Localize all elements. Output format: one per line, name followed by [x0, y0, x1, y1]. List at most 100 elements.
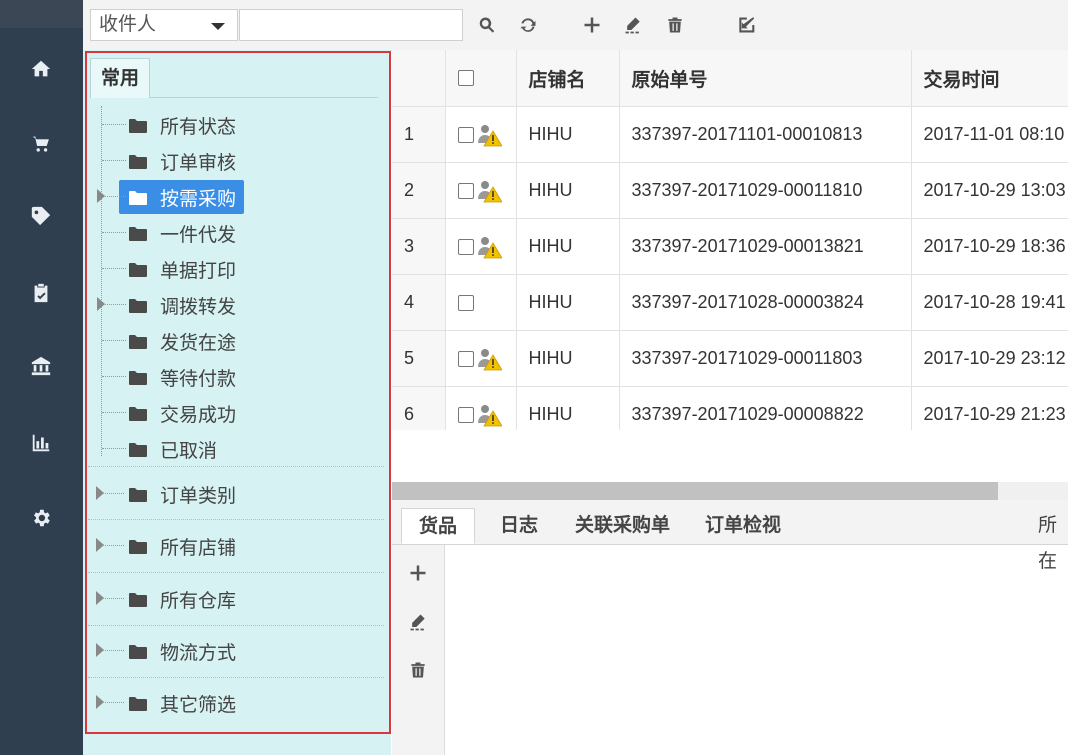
row-number: 3	[392, 218, 446, 275]
order-number-cell: 337397-20171029-00008822	[619, 386, 912, 430]
search-icon[interactable]	[475, 13, 499, 37]
detail-tabs: 货品 日志 关联采购单 订单检视 所在	[392, 500, 1068, 572]
edit-icon[interactable]	[621, 13, 645, 37]
table-row[interactable]: 2 HIHU 337397-20171029-00011810 2017-10-29 …	[392, 162, 1068, 219]
group-divider	[88, 519, 384, 520]
row-select-cell[interactable]	[445, 106, 517, 163]
select-all-checkbox[interactable]	[457, 69, 474, 86]
tree-item-label: 单据打印	[160, 261, 237, 282]
tab-order-inspect[interactable]: 订单检视	[705, 508, 781, 544]
tree-connector	[102, 304, 126, 305]
tree-item[interactable]: 交易成功	[102, 398, 342, 426]
home-icon[interactable]	[28, 56, 54, 82]
table-row[interactable]: 3 HIHU 337397-20171029-00013821 2017-10-29 …	[392, 218, 1068, 275]
tab-goods[interactable]: 货品	[401, 508, 475, 544]
tree-item[interactable]: 订单审核	[102, 146, 342, 174]
select-all-header[interactable]	[445, 50, 517, 107]
bar-chart-icon[interactable]	[28, 430, 54, 456]
row-select-cell[interactable]	[445, 386, 517, 430]
row-number: 5	[392, 330, 446, 387]
trade-time-cell: 2017-10-29 23:12	[911, 330, 1068, 387]
order-number-cell: 337397-20171028-00003824	[619, 274, 912, 331]
edit-icon[interactable]	[406, 610, 430, 634]
folder-icon	[129, 261, 147, 277]
row-number: 6	[392, 386, 446, 430]
refresh-icon[interactable]	[516, 13, 540, 37]
trade-time-cell: 2017-10-29 18:36	[911, 218, 1068, 275]
table-row[interactable]: 5 HIHU 337397-20171029-00011803 2017-10-29 …	[392, 330, 1068, 387]
cart-icon[interactable]	[28, 131, 54, 157]
tree-item[interactable]: 单据打印	[102, 254, 342, 282]
horizontal-scrollbar[interactable]	[392, 482, 1068, 500]
search-input[interactable]	[239, 9, 463, 41]
col-order-number[interactable]: 原始单号	[619, 50, 912, 107]
tab-linked-purchase[interactable]: 关联采购单	[575, 508, 670, 544]
export-icon[interactable]	[734, 13, 758, 37]
tree-item[interactable]: 一件代发	[102, 218, 342, 246]
order-number-cell: 337397-20171029-00011810	[619, 162, 912, 219]
clipboard-check-icon[interactable]	[28, 280, 54, 306]
tree-item[interactable]: 按需采购	[97, 180, 342, 214]
bank-icon[interactable]	[28, 353, 54, 379]
tree-item[interactable]: 所有状态	[102, 110, 342, 138]
group-divider	[88, 466, 384, 467]
row-checkbox[interactable]	[457, 238, 474, 255]
trade-time-cell: 2017-11-01 08:10	[911, 106, 1068, 163]
folder-icon	[129, 538, 147, 554]
tab-common[interactable]: 常用	[90, 58, 150, 98]
tab-divider	[150, 97, 378, 98]
tree-item[interactable]: 调拨转发	[97, 290, 342, 318]
expand-arrow-icon[interactable]	[97, 189, 105, 203]
tree-group[interactable]: 所有仓库	[90, 583, 350, 613]
tree-item[interactable]: 发货在途	[102, 326, 342, 354]
folder-icon	[129, 189, 147, 205]
shop-name-cell: HIHU	[516, 330, 620, 387]
detail-toolbar	[392, 545, 445, 755]
tree-connector	[102, 598, 124, 599]
row-select-cell[interactable]	[445, 274, 517, 331]
row-number: 1	[392, 106, 446, 163]
tree-item[interactable]: 等待付款	[102, 362, 342, 390]
row-select-cell[interactable]	[445, 162, 517, 219]
trash-icon[interactable]	[406, 658, 430, 682]
tree-connector	[102, 412, 126, 413]
tree-group[interactable]: 其它筛选	[90, 687, 350, 717]
field-select[interactable]: 收件人	[90, 9, 238, 41]
tree-item[interactable]: 已取消	[102, 434, 342, 462]
row-checkbox[interactable]	[457, 406, 474, 423]
table-row[interactable]: 1 HIHU 337397-20171101-00010813 2017-11-01 …	[392, 106, 1068, 163]
folder-icon	[129, 695, 147, 711]
order-grid: 店铺名 原始单号 交易时间 1 HIHU 337397-20171101-00010…	[392, 50, 1068, 430]
scrollbar-thumb[interactable]	[392, 482, 998, 500]
tree-group[interactable]: 所有店铺	[90, 530, 350, 560]
col-trade-time[interactable]: 交易时间	[911, 50, 1068, 107]
warning-user-icon	[476, 235, 503, 259]
row-select-cell[interactable]	[445, 218, 517, 275]
trash-icon[interactable]	[663, 13, 687, 37]
gear-icon[interactable]	[28, 505, 54, 531]
warning-user-icon	[476, 179, 503, 203]
tree-connector	[102, 268, 126, 269]
table-row[interactable]: 6 HIHU 337397-20171029-00008822 2017-10-29 …	[392, 386, 1068, 430]
table-row[interactable]: 4 HIHU 337397-20171028-00003824 2017-10-28 …	[392, 274, 1068, 331]
row-checkbox[interactable]	[457, 295, 474, 312]
add-icon[interactable]	[580, 13, 604, 37]
tree-group[interactable]: 订单类别	[90, 478, 350, 508]
col-shop-name[interactable]: 店铺名	[516, 50, 620, 107]
add-icon[interactable]	[406, 561, 430, 585]
expand-arrow-icon[interactable]	[97, 297, 105, 311]
trade-time-cell: 2017-10-29 21:23	[911, 386, 1068, 430]
folder-icon	[129, 486, 147, 502]
tab-log[interactable]: 日志	[500, 508, 538, 544]
row-checkbox[interactable]	[457, 126, 474, 143]
row-checkbox[interactable]	[457, 350, 474, 367]
tree-group[interactable]: 物流方式	[90, 635, 350, 665]
warning-user-icon	[476, 123, 503, 147]
row-select-cell[interactable]	[445, 330, 517, 387]
tree-connector	[102, 545, 124, 546]
row-checkbox[interactable]	[457, 182, 474, 199]
tag-icon[interactable]	[28, 203, 54, 229]
tree-group-label: 所有仓库	[160, 591, 237, 612]
tree-item-label: 已取消	[160, 441, 218, 462]
tree-connector	[102, 196, 126, 197]
